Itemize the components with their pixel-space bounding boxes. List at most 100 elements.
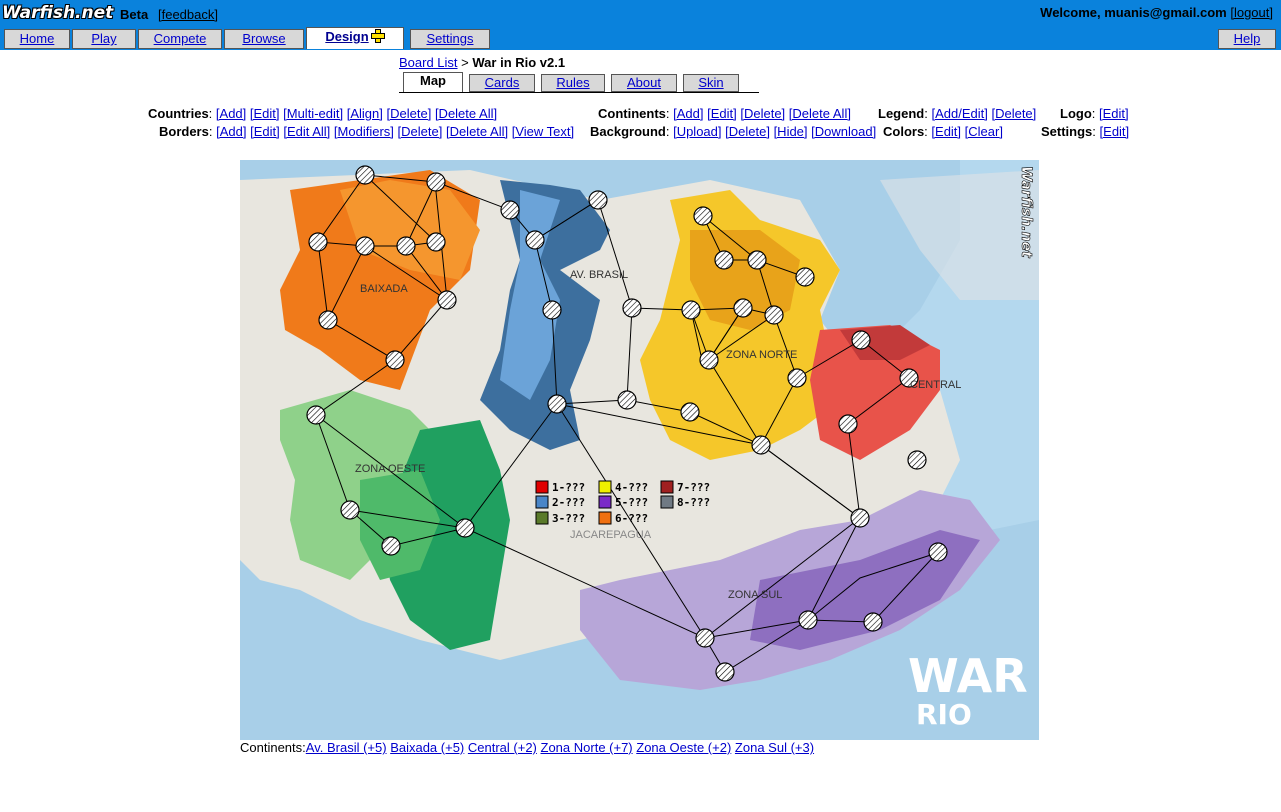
country-marker[interactable] xyxy=(426,172,446,192)
country-marker[interactable] xyxy=(381,536,401,556)
country-marker[interactable] xyxy=(907,450,927,470)
colors-edit-link[interactable]: [Edit] xyxy=(931,124,961,139)
subtab-skin-label[interactable]: Skin xyxy=(698,75,723,90)
borders-edit-link[interactable]: [Edit] xyxy=(250,124,280,139)
country-marker[interactable] xyxy=(795,267,815,287)
countries-edit-link[interactable]: [Edit] xyxy=(250,106,280,121)
continents-edit-link[interactable]: [Edit] xyxy=(707,106,737,121)
tab-home-label[interactable]: Home xyxy=(20,31,55,46)
legend-add-edit-link[interactable]: [Add/Edit] xyxy=(931,106,987,121)
continent-link-zona-norte[interactable]: Zona Norte (+7) xyxy=(541,740,633,755)
continents-add-link[interactable]: [Add] xyxy=(673,106,703,121)
tab-browse[interactable]: Browse xyxy=(224,29,304,49)
tab-browse-label[interactable]: Browse xyxy=(242,31,285,46)
country-marker[interactable] xyxy=(850,508,870,528)
subtab-about-label[interactable]: About xyxy=(627,75,661,90)
background-upload-link[interactable]: [Upload] xyxy=(673,124,721,139)
tab-help-label[interactable]: Help xyxy=(1234,31,1261,46)
country-marker[interactable] xyxy=(306,405,326,425)
country-marker[interactable] xyxy=(340,500,360,520)
country-marker[interactable] xyxy=(693,206,713,226)
countries-delete-link[interactable]: [Delete] xyxy=(387,106,432,121)
country-marker[interactable] xyxy=(838,414,858,434)
feedback-link[interactable]: [feedback] xyxy=(158,7,218,22)
board-list-link[interactable]: Board List xyxy=(399,55,458,70)
country-marker[interactable] xyxy=(355,236,375,256)
background-hide-link[interactable]: [Hide] xyxy=(774,124,808,139)
subtab-about[interactable]: About xyxy=(611,74,677,92)
colors-clear-link[interactable]: [Clear] xyxy=(965,124,1003,139)
tab-play-label[interactable]: Play xyxy=(91,31,116,46)
country-marker[interactable] xyxy=(764,305,784,325)
site-logo[interactable]: Warfish.net xyxy=(2,3,113,23)
subtab-rules-label[interactable]: Rules xyxy=(556,75,589,90)
countries-add-link[interactable]: [Add] xyxy=(216,106,246,121)
country-marker[interactable] xyxy=(617,390,637,410)
country-marker[interactable] xyxy=(714,250,734,270)
country-marker[interactable] xyxy=(355,165,375,185)
country-marker[interactable] xyxy=(695,628,715,648)
country-marker[interactable] xyxy=(681,300,701,320)
background-download-link[interactable]: [Download] xyxy=(811,124,876,139)
logout-link[interactable]: [logout] xyxy=(1230,5,1273,20)
country-marker[interactable] xyxy=(715,662,735,682)
continent-link-central[interactable]: Central (+2) xyxy=(468,740,537,755)
borders-delete-link[interactable]: [Delete] xyxy=(398,124,443,139)
borders-add-link[interactable]: [Add] xyxy=(216,124,246,139)
country-marker[interactable] xyxy=(851,330,871,350)
country-marker[interactable] xyxy=(547,394,567,414)
continent-link-baixada[interactable]: Baixada (+5) xyxy=(390,740,464,755)
borders-view-text-link[interactable]: [View Text] xyxy=(512,124,574,139)
country-marker[interactable] xyxy=(747,250,767,270)
country-marker[interactable] xyxy=(396,236,416,256)
subtab-map[interactable]: Map xyxy=(403,72,463,92)
country-marker[interactable] xyxy=(680,402,700,422)
country-marker[interactable] xyxy=(455,518,475,538)
continent-link-zona-oeste[interactable]: Zona Oeste (+2) xyxy=(636,740,731,755)
borders-delete-all-link[interactable]: [Delete All] xyxy=(446,124,508,139)
country-marker[interactable] xyxy=(542,300,562,320)
borders-edit-all-link[interactable]: [Edit All] xyxy=(283,124,330,139)
country-marker[interactable] xyxy=(751,435,771,455)
countries-align-link[interactable]: [Align] xyxy=(347,106,383,121)
subtab-cards-label[interactable]: Cards xyxy=(485,75,520,90)
subtab-cards[interactable]: Cards xyxy=(469,74,535,92)
borders-modifiers-link[interactable]: [Modifiers] xyxy=(334,124,394,139)
background-delete-link[interactable]: [Delete] xyxy=(725,124,770,139)
settings-edit-link[interactable]: [Edit] xyxy=(1100,124,1130,139)
subtab-rules[interactable]: Rules xyxy=(541,74,605,92)
country-marker[interactable] xyxy=(588,190,608,210)
country-marker[interactable] xyxy=(863,612,883,632)
country-marker[interactable] xyxy=(426,232,446,252)
country-marker[interactable] xyxy=(500,200,520,220)
country-marker[interactable] xyxy=(622,298,642,318)
tab-design[interactable]: Design xyxy=(306,27,404,49)
tab-help[interactable]: Help xyxy=(1218,29,1276,49)
continent-link-zona-sul[interactable]: Zona Sul (+3) xyxy=(735,740,814,755)
countries-delete-all-link[interactable]: [Delete All] xyxy=(435,106,497,121)
country-marker[interactable] xyxy=(385,350,405,370)
countries-multi-edit-link[interactable]: [Multi-edit] xyxy=(283,106,343,121)
tab-play[interactable]: Play xyxy=(72,29,136,49)
tab-home[interactable]: Home xyxy=(4,29,70,49)
country-marker[interactable] xyxy=(437,290,457,310)
continents-delete-link[interactable]: [Delete] xyxy=(740,106,785,121)
subtab-map-label[interactable]: Map xyxy=(420,73,446,88)
country-marker[interactable] xyxy=(798,610,818,630)
subtab-skin[interactable]: Skin xyxy=(683,74,739,92)
country-marker[interactable] xyxy=(928,542,948,562)
tab-compete[interactable]: Compete xyxy=(138,29,222,49)
tab-compete-label[interactable]: Compete xyxy=(154,31,207,46)
country-marker[interactable] xyxy=(787,368,807,388)
tab-design-label[interactable]: Design xyxy=(325,29,368,44)
logo-edit-link[interactable]: [Edit] xyxy=(1099,106,1129,121)
board-map[interactable]: BAIXADA AV. BRASIL ZONA NORTE CENTRAL ZO… xyxy=(240,160,1039,740)
tab-settings[interactable]: Settings xyxy=(410,29,490,49)
legend-delete-link[interactable]: [Delete] xyxy=(991,106,1036,121)
country-marker[interactable] xyxy=(308,232,328,252)
country-marker[interactable] xyxy=(699,350,719,370)
country-marker[interactable] xyxy=(733,298,753,318)
country-marker[interactable] xyxy=(318,310,338,330)
continents-delete-all-link[interactable]: [Delete All] xyxy=(789,106,851,121)
tab-settings-label[interactable]: Settings xyxy=(427,31,474,46)
